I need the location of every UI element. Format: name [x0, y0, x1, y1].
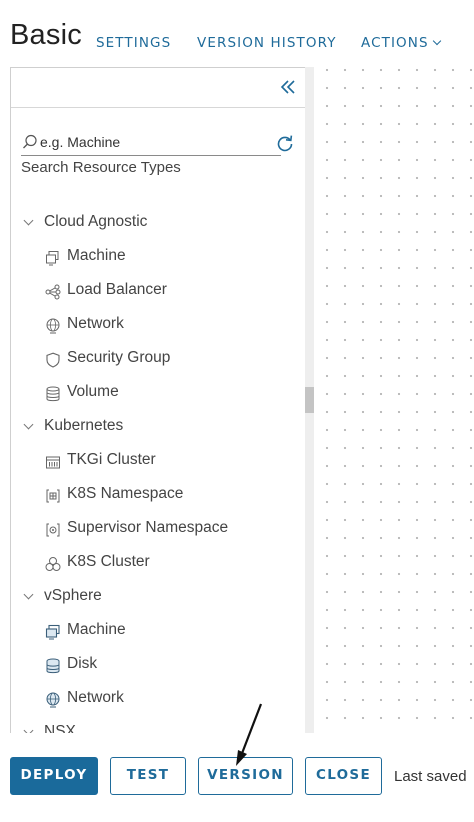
resource-label: Network — [67, 315, 124, 332]
resource-item-security-group[interactable]: Security Group — [11, 342, 307, 376]
deploy-button[interactable]: DEPLOY — [10, 757, 98, 795]
resource-label: K8S Cluster — [67, 553, 150, 570]
page-title: Basic — [10, 19, 82, 51]
settings-link[interactable]: SETTINGS — [96, 35, 171, 51]
header: Basic SETTINGS VERSION HISTORY ACTIONS — [0, 0, 474, 66]
scrollbar-thumb[interactable] — [305, 387, 314, 413]
annotation-arrow — [236, 703, 263, 766]
design-canvas[interactable] — [315, 67, 474, 733]
category-cloud-agnostic[interactable]: Cloud Agnostic — [11, 206, 307, 240]
resource-item-tkgi-cluster[interactable]: TKGi Cluster — [11, 444, 307, 478]
resource-item-k8s-cluster[interactable]: K8S Cluster — [11, 546, 307, 580]
resource-label: Security Group — [67, 349, 171, 366]
resource-tree: Cloud Agnostic Machine Load Balancer Net… — [11, 206, 307, 733]
resource-label: Machine — [67, 247, 126, 264]
palette-header — [11, 68, 313, 108]
refresh-icon[interactable] — [276, 134, 294, 152]
machine-icon — [46, 251, 59, 266]
disk-icon — [46, 658, 60, 674]
vsphere-machine-icon — [45, 624, 60, 640]
search-label: Search Resource Types — [21, 159, 181, 176]
close-button[interactable]: CLOSE — [305, 757, 382, 795]
supervisor-namespace-icon — [46, 523, 60, 537]
database-icon — [46, 386, 60, 402]
tkgi-cluster-icon — [46, 456, 60, 469]
resource-label: Volume — [67, 383, 119, 400]
double-chevron-left-icon[interactable] — [279, 78, 297, 96]
actions-label: ACTIONS — [361, 35, 429, 51]
category-label: Cloud Agnostic — [44, 213, 148, 230]
resource-palette: Search Resource Types Cloud Agnostic Mac… — [10, 67, 314, 733]
namespace-icon — [46, 489, 60, 503]
search-input[interactable] — [40, 132, 278, 152]
resource-item-machine[interactable]: Machine — [11, 240, 307, 274]
resource-item-supervisor-namespace[interactable]: Supervisor Namespace — [11, 512, 307, 546]
last-saved-status: Last saved — [394, 768, 467, 785]
resource-label: Load Balancer — [67, 281, 167, 298]
resource-item-load-balancer[interactable]: Load Balancer — [11, 274, 307, 308]
resource-label: Machine — [67, 621, 126, 638]
resource-item-k8s-namespace[interactable]: K8S Namespace — [11, 478, 307, 512]
chevron-down-icon — [23, 725, 34, 733]
resource-label: TKGi Cluster — [67, 451, 156, 468]
network-globe-icon — [46, 318, 60, 334]
actions-menu[interactable]: ACTIONS — [361, 35, 441, 51]
resource-label: Network — [67, 689, 124, 706]
category-label: Kubernetes — [44, 417, 124, 434]
category-label: NSX — [44, 723, 76, 733]
resource-item-network[interactable]: Network — [11, 308, 307, 342]
chevron-down-icon — [23, 419, 34, 430]
chevron-down-icon — [23, 589, 34, 600]
cluster-icon — [45, 557, 61, 571]
palette-scrollbar[interactable] — [305, 67, 314, 733]
resource-label: K8S Namespace — [67, 485, 184, 502]
category-label: vSphere — [44, 587, 102, 604]
resource-label: Supervisor Namespace — [67, 519, 229, 536]
load-balancer-icon — [45, 284, 61, 300]
chevron-down-icon — [23, 215, 34, 226]
version-history-link[interactable]: VERSION HISTORY — [197, 35, 337, 51]
resource-item-disk[interactable]: Disk — [11, 648, 307, 682]
shield-icon — [46, 352, 60, 368]
resource-label: Disk — [67, 655, 98, 672]
resource-item-volume[interactable]: Volume — [11, 376, 307, 410]
category-vsphere[interactable]: vSphere — [11, 580, 307, 614]
vsphere-network-icon — [46, 692, 60, 708]
chevron-down-icon — [432, 36, 441, 46]
resource-item-vsphere-machine[interactable]: Machine — [11, 614, 307, 648]
category-kubernetes[interactable]: Kubernetes — [11, 410, 307, 444]
search-field — [21, 130, 281, 156]
search-icon — [23, 134, 37, 149]
test-button[interactable]: TEST — [110, 757, 186, 795]
